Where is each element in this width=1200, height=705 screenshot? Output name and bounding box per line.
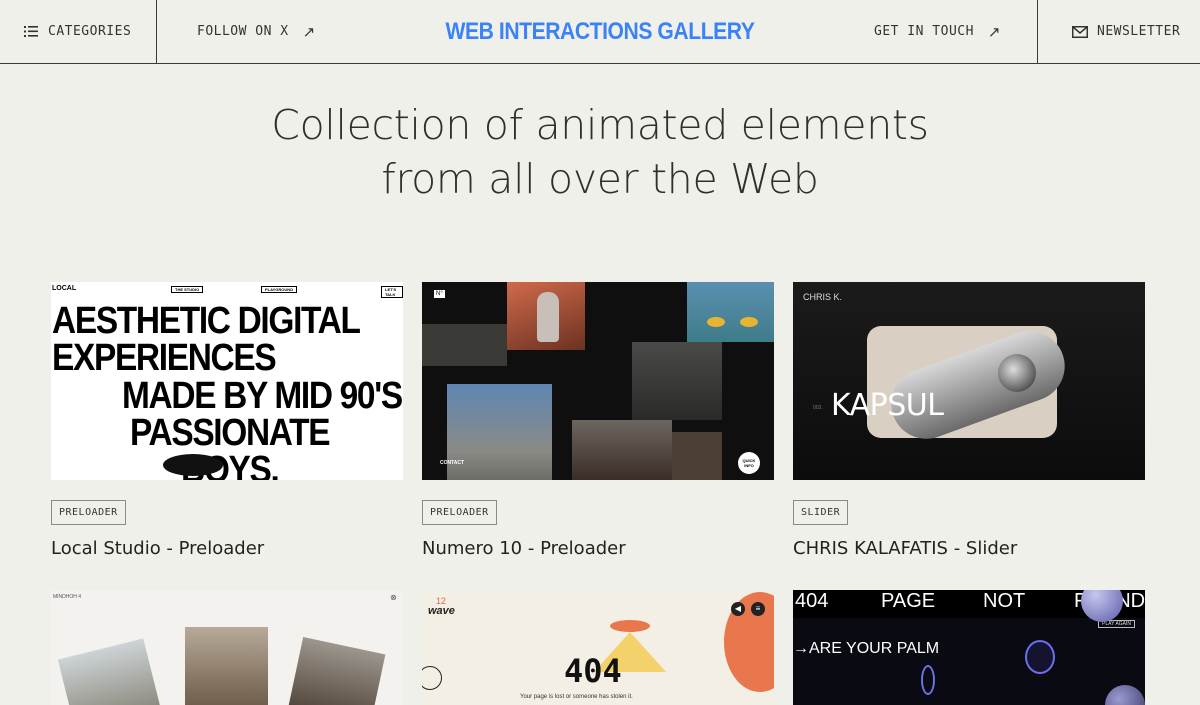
touch-label: GET IN TOUCH <box>874 24 974 39</box>
arrow-up-right-icon: ↗ <box>302 22 316 41</box>
headline-line-2: from all over the Web <box>381 155 819 203</box>
card-thumbnail[interactable]: LOCAL THE STUDIO PLAYGROUND LET'S TALK A… <box>51 282 403 480</box>
page-headline: Collection of animated elements from all… <box>0 98 1200 206</box>
thumb-orb <box>921 665 935 695</box>
categories-button[interactable]: CATEGORIES <box>0 0 157 63</box>
thumb-caption: Your page is lost or someone has stolen … <box>520 694 633 700</box>
brand-title: WEB INTERACTIONS GALLERY <box>445 17 755 45</box>
thumb-word: 404 <box>795 590 829 612</box>
thumb-logo: CHRIS K. <box>803 292 843 302</box>
thumb-product-name: KAPSUL <box>831 388 944 423</box>
mail-icon <box>1072 25 1088 38</box>
list-icon <box>24 26 38 37</box>
card-thumbnail[interactable]: 404 PAGE NOT FOUND PLAY AGAIN →ARE YOUR … <box>793 590 1145 705</box>
card-title[interactable]: Local Studio - Preloader <box>51 538 264 559</box>
sound-icon: ◀ <box>731 602 745 616</box>
thumb-photo <box>740 317 758 327</box>
thumb-badge: QUICK INFO <box>738 452 760 474</box>
thumb-photo <box>422 324 507 366</box>
card-thumbnail[interactable]: CHRIS K. 003. KAPSUL <box>793 282 1145 480</box>
follow-label: FOLLOW ON X <box>197 24 289 39</box>
thumb-photo <box>537 292 559 342</box>
close-icon: ⊗ <box>390 593 397 602</box>
thumb-line: PASSIONATE <box>130 412 331 454</box>
card-title[interactable]: Numero 10 - Preloader <box>422 538 626 559</box>
thumb-line: EXPERIENCES <box>52 337 277 379</box>
thumb-nav-item: PLAYGROUND <box>261 286 298 293</box>
newsletter-button[interactable]: NEWSLETTER <box>1038 0 1200 63</box>
thumb-orb <box>1025 640 1055 674</box>
thumb-logo: N° <box>434 290 445 298</box>
thumb-photo <box>288 637 386 705</box>
card-thumbnail[interactable]: MINDHOH 4 ⊗ <box>51 590 403 705</box>
arrow-up-right-icon: ↗ <box>987 22 1001 41</box>
thumb-nav-item: LET'S TALK <box>381 286 403 298</box>
thumb-photo <box>57 638 161 705</box>
thumb-logo: wave <box>428 605 455 617</box>
category-tag[interactable]: SLIDER <box>793 500 849 525</box>
thumb-line: AESTHETIC DIGITAL <box>52 300 361 342</box>
thumb-header: MINDHOH 4 <box>53 594 82 600</box>
thumb-logo: LOCAL <box>52 285 77 292</box>
category-tag[interactable]: PRELOADER <box>51 500 126 525</box>
thumb-photo <box>687 282 774 342</box>
get-in-touch-link[interactable]: GET IN TOUCH ↗ <box>850 0 1038 63</box>
menu-icon: ≡ <box>751 602 765 616</box>
thumb-word: NOT <box>983 590 1026 612</box>
thumb-photo <box>707 317 725 327</box>
thumb-contact-label: CONTACT <box>440 460 465 466</box>
follow-on-x-link[interactable]: FOLLOW ON X ↗ <box>157 0 357 63</box>
top-nav: CATEGORIES FOLLOW ON X ↗ WEB INTERACTION… <box>0 0 1200 64</box>
thumb-orb <box>1105 685 1145 705</box>
thumb-circle <box>422 666 442 690</box>
thumb-404-code: 404 <box>564 652 622 690</box>
ufo-icon <box>610 620 650 632</box>
site-logo[interactable]: WEB INTERACTIONS GALLERY <box>424 0 776 63</box>
thumb-word: PAGE <box>881 590 936 612</box>
headline-line-1: Collection of animated elements <box>271 101 929 149</box>
categories-label: CATEGORIES <box>48 24 132 39</box>
thumb-nav-item: THE STUDIO <box>171 286 204 293</box>
thumb-index: 003. <box>813 405 823 411</box>
thumb-blob <box>163 454 223 476</box>
thumb-line: MADE BY MID 90'S <box>122 375 403 417</box>
card-title[interactable]: CHRIS KALAFATIS - Slider <box>793 538 1017 559</box>
category-tag[interactable]: PRELOADER <box>422 500 497 525</box>
thumb-headline: →ARE YOUR PALM <box>793 640 940 657</box>
thumb-photo <box>572 420 672 480</box>
newsletter-label: NEWSLETTER <box>1097 24 1181 39</box>
thumb-photo <box>632 342 722 420</box>
card-thumbnail[interactable]: 12 wave ◀ ≡ 404 Your page is lost or som… <box>422 590 774 705</box>
thumb-photo <box>672 432 722 480</box>
thumb-photo <box>185 627 268 705</box>
thumb-device-dial <box>998 354 1036 392</box>
card-thumbnail[interactable]: N° CONTACT QUICK INFO <box>422 282 774 480</box>
